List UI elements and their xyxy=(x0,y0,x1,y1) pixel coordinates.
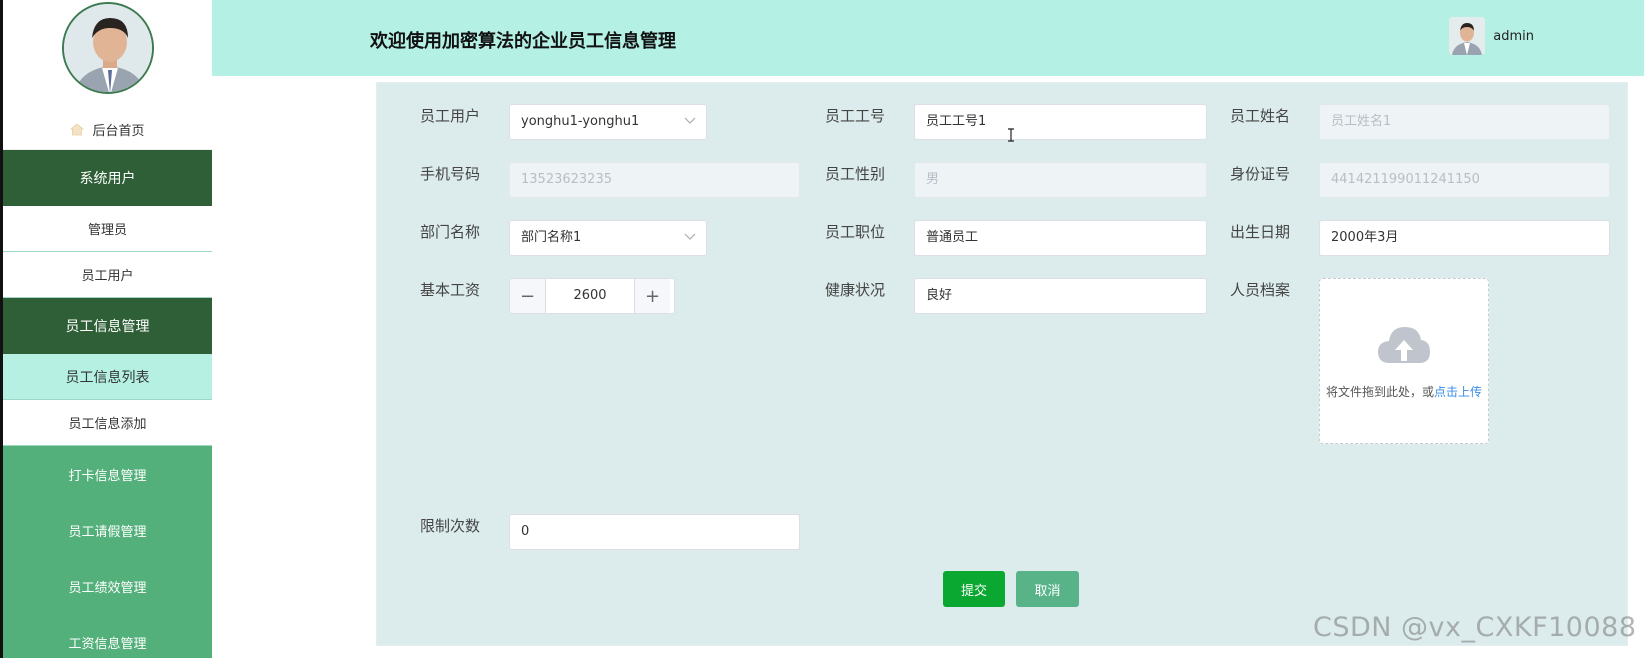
cloud-upload-icon xyxy=(1378,326,1430,363)
chevron-down-icon xyxy=(684,233,696,240)
sidebar-item-label: 员工绩效管理 xyxy=(68,580,147,596)
phone-placeholder: 13523623235 xyxy=(521,172,612,187)
submit-button[interactable]: 提交 xyxy=(943,571,1005,607)
sidebar-item-label: 打卡信息管理 xyxy=(68,468,147,484)
health-input[interactable]: 良好 xyxy=(914,278,1207,314)
upload-link[interactable]: 点击上传 xyxy=(1434,385,1482,399)
id-number-input[interactable]: 441421199011241150 xyxy=(1319,162,1610,198)
base-salary-label: 基本工资 xyxy=(420,281,481,299)
health-value: 良好 xyxy=(926,288,953,303)
sidebar-item-performance[interactable]: 员工绩效管理 xyxy=(3,558,212,614)
home-icon xyxy=(70,123,85,136)
birth-date-value: 2000年3月 xyxy=(1331,230,1399,245)
user-avatar xyxy=(1449,17,1486,55)
sidebar-item-label: 员工信息管理 xyxy=(65,319,150,335)
sidebar-item-employee-info-list[interactable]: 员工信息列表 xyxy=(3,354,212,400)
watermark: CSDN @vx_CXKF10088 xyxy=(1313,612,1637,643)
department-label: 部门名称 xyxy=(420,223,481,241)
employee-no-value: 员工工号1 xyxy=(926,114,987,129)
department-select[interactable]: 部门名称1 xyxy=(509,220,707,256)
sidebar-item-employee-info-add[interactable]: 员工信息添加 xyxy=(3,400,212,446)
gender-input[interactable]: 男 xyxy=(914,162,1207,198)
employee-name-input[interactable]: 员工姓名1 xyxy=(1319,104,1610,140)
increment-button[interactable]: + xyxy=(634,279,670,313)
sidebar-item-attendance[interactable]: 打卡信息管理 xyxy=(3,446,212,502)
cancel-button[interactable]: 取消 xyxy=(1016,571,1079,607)
phone-label: 手机号码 xyxy=(420,165,481,183)
department-value: 部门名称1 xyxy=(521,230,582,245)
avatar xyxy=(61,2,154,94)
sidebar-item-home[interactable]: 后台首页 xyxy=(3,110,212,150)
sidebar-item-leave[interactable]: 员工请假管理 xyxy=(3,502,212,558)
position-label: 员工职位 xyxy=(825,223,886,241)
sidebar-item-employee-users[interactable]: 员工用户 xyxy=(3,252,212,298)
page-title: 欢迎使用加密算法的企业员工信息管理 xyxy=(370,31,676,52)
limit-count-label: 限制次数 xyxy=(420,517,481,535)
gender-label: 员工性别 xyxy=(825,165,886,183)
app-root: 后台首页 系统用户 管理员 员工用户 员工信息管理 员工信息列表 员工信息添加 … xyxy=(0,0,1644,658)
limit-count-value: 0 xyxy=(521,524,530,539)
position-value: 普通员工 xyxy=(926,230,979,245)
employee-user-select[interactable]: yonghu1-yonghu1 xyxy=(509,104,707,140)
sidebar-item-label: 管理员 xyxy=(87,223,127,238)
top-header: 欢迎使用加密算法的企业员工信息管理 admin xyxy=(212,0,1644,76)
sidebar: 后台首页 系统用户 管理员 员工用户 员工信息管理 员工信息列表 员工信息添加 … xyxy=(0,0,212,658)
sidebar-item-label: 员工信息列表 xyxy=(65,369,150,386)
username: admin xyxy=(1493,28,1534,44)
employee-form: 员工用户 yonghu1-yonghu1 员工工号 员工工号1 员工姓名 员工姓… xyxy=(376,82,1628,646)
sidebar-item-label: 工资信息管理 xyxy=(68,636,147,652)
sidebar-item-label: 员工请假管理 xyxy=(68,524,147,540)
archive-upload-dropzone[interactable]: 将文件拖到此处，或点击上传 xyxy=(1319,278,1489,444)
sidebar-item-admin[interactable]: 管理员 xyxy=(3,206,212,252)
employee-user-value: yonghu1-yonghu1 xyxy=(521,114,640,129)
position-input[interactable]: 普通员工 xyxy=(914,220,1207,256)
archive-label: 人员档案 xyxy=(1230,281,1291,299)
birth-date-label: 出生日期 xyxy=(1230,223,1291,241)
text-cursor-icon xyxy=(1008,128,1014,142)
scroll-edge xyxy=(1628,76,1644,658)
employee-user-label: 员工用户 xyxy=(420,107,481,125)
employee-name-placeholder: 员工姓名1 xyxy=(1331,114,1392,129)
upload-hint-text: 将文件拖到此处，或 xyxy=(1325,384,1434,399)
sidebar-item-label: 员工信息添加 xyxy=(68,417,147,432)
sidebar-item-salary[interactable]: 工资信息管理 xyxy=(3,614,212,658)
employee-no-input[interactable]: 员工工号1 xyxy=(914,104,1207,140)
decrement-button[interactable]: − xyxy=(510,279,546,313)
birth-date-input[interactable]: 2000年3月 xyxy=(1319,220,1610,256)
sidebar-home-label: 后台首页 xyxy=(92,124,145,139)
base-salary-value[interactable]: 2600 xyxy=(546,279,634,313)
sidebar-item-label: 员工用户 xyxy=(81,269,134,284)
employee-name-label: 员工姓名 xyxy=(1230,107,1291,125)
phone-input[interactable]: 13523623235 xyxy=(509,162,800,198)
gender-placeholder: 男 xyxy=(926,172,940,187)
upload-hint: 将文件拖到此处，或点击上传 xyxy=(1326,383,1482,400)
id-number-label: 身份证号 xyxy=(1230,165,1291,183)
user-menu[interactable]: admin xyxy=(1449,17,1534,55)
employee-no-label: 员工工号 xyxy=(825,107,886,125)
health-label: 健康状况 xyxy=(825,281,886,299)
chevron-down-icon xyxy=(684,117,696,124)
sidebar-avatar-area xyxy=(3,0,212,104)
sidebar-item-label: 系统用户 xyxy=(79,171,136,187)
id-number-placeholder: 441421199011241150 xyxy=(1331,172,1480,187)
sidebar-item-system-users[interactable]: 系统用户 xyxy=(3,150,212,206)
limit-count-input[interactable]: 0 xyxy=(509,514,800,550)
sidebar-item-employee-info-management[interactable]: 员工信息管理 xyxy=(3,298,212,354)
base-salary-stepper[interactable]: − 2600 + xyxy=(509,278,675,314)
